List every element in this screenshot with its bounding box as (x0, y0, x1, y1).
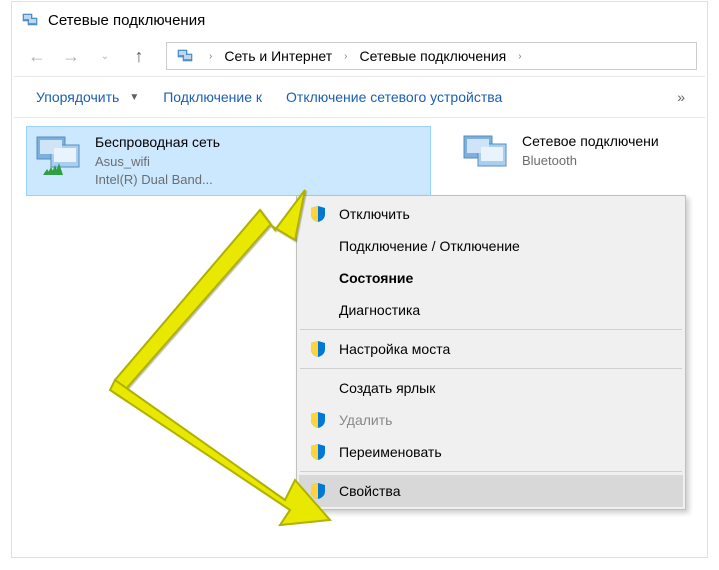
bluetooth-adapter-icon (460, 132, 514, 178)
wifi-adapter-icon (33, 133, 87, 179)
navigation-bar: ← → ⌄ ↑ › Сеть и Интернет › Сетевые подк… (14, 36, 705, 76)
breadcrumb-item-network[interactable]: Сеть и Интернет (220, 46, 336, 66)
menu-rename[interactable]: Переименовать (299, 436, 683, 468)
shield-icon (309, 340, 327, 358)
menu-bridge-label: Настройка моста (339, 341, 450, 357)
menu-status[interactable]: Состояние (299, 262, 683, 294)
menu-connect-label: Подключение / Отключение (339, 238, 520, 254)
organize-label: Упорядочить (36, 89, 119, 105)
menu-rename-label: Переименовать (339, 444, 442, 460)
menu-properties-label: Свойства (339, 483, 400, 499)
wifi-adapter-status: Asus_wifi (95, 153, 220, 171)
bluetooth-adapter-text: Сетевое подключени Bluetooth (522, 132, 659, 178)
disable-device-button[interactable]: Отключение сетевого устройства (276, 83, 512, 111)
shield-icon (309, 205, 327, 223)
wifi-adapter-name: Беспроводная сеть (95, 133, 220, 153)
window-title: Сетевые подключения (48, 12, 205, 29)
breadcrumb-item-connections[interactable]: Сетевые подключения (356, 46, 511, 66)
shield-icon (309, 482, 327, 500)
menu-shortcut[interactable]: Создать ярлык (299, 372, 683, 404)
nav-history-button[interactable]: ⌄ (90, 41, 120, 71)
connect-to-button[interactable]: Подключение к (153, 83, 272, 111)
wifi-adapter-text: Беспроводная сеть Asus_wifi Intel(R) Dua… (95, 133, 220, 189)
wifi-adapter-device: Intel(R) Dual Band... (95, 171, 220, 189)
menu-connect-disconnect[interactable]: Подключение / Отключение (299, 230, 683, 262)
bluetooth-adapter-status: Bluetooth (522, 152, 659, 170)
toolbar: Упорядочить ▼ Подключение к Отключение с… (14, 76, 705, 118)
menu-separator (300, 329, 682, 330)
nav-up-button[interactable]: ↑ (124, 41, 154, 71)
menu-status-label: Состояние (339, 270, 413, 286)
menu-diagnose-label: Диагностика (339, 302, 420, 318)
breadcrumb-separator: › (518, 51, 521, 62)
connect-label: Подключение к (163, 89, 262, 105)
menu-disable-label: Отключить (339, 206, 410, 222)
menu-separator (300, 471, 682, 472)
breadcrumb-separator: › (209, 51, 212, 62)
menu-diagnose[interactable]: Диагностика (299, 294, 683, 326)
breadcrumb-icon (177, 47, 195, 65)
bluetooth-adapter-name: Сетевое подключени (522, 132, 659, 152)
menu-bridge[interactable]: Настройка моста (299, 333, 683, 365)
context-menu: Отключить Подключение / Отключение Состо… (296, 195, 686, 510)
menu-properties[interactable]: Свойства (299, 475, 683, 507)
bluetooth-adapter-item[interactable]: Сетевое подключени Bluetooth (454, 126, 714, 184)
shield-icon (309, 411, 327, 429)
window-icon (22, 11, 40, 29)
menu-shortcut-label: Создать ярлык (339, 380, 435, 396)
menu-delete[interactable]: Удалить (299, 404, 683, 436)
nav-back-button[interactable]: ← (22, 41, 52, 71)
menu-separator (300, 368, 682, 369)
organize-button[interactable]: Упорядочить ▼ (26, 83, 149, 111)
menu-delete-label: Удалить (339, 412, 392, 428)
toolbar-overflow-button[interactable]: » (669, 89, 693, 105)
disable-label: Отключение сетевого устройства (286, 89, 502, 105)
breadcrumb-separator: › (344, 51, 347, 62)
menu-disable[interactable]: Отключить (299, 198, 683, 230)
breadcrumb-bar[interactable]: › Сеть и Интернет › Сетевые подключения … (166, 42, 697, 70)
title-bar: Сетевые подключения (14, 4, 705, 36)
shield-icon (309, 443, 327, 461)
chevron-down-icon: ▼ (129, 92, 139, 103)
content-area: Беспроводная сеть Asus_wifi Intel(R) Dua… (14, 118, 705, 134)
nav-forward-button[interactable]: → (56, 41, 86, 71)
wifi-adapter-item[interactable]: Беспроводная сеть Asus_wifi Intel(R) Dua… (26, 126, 431, 196)
